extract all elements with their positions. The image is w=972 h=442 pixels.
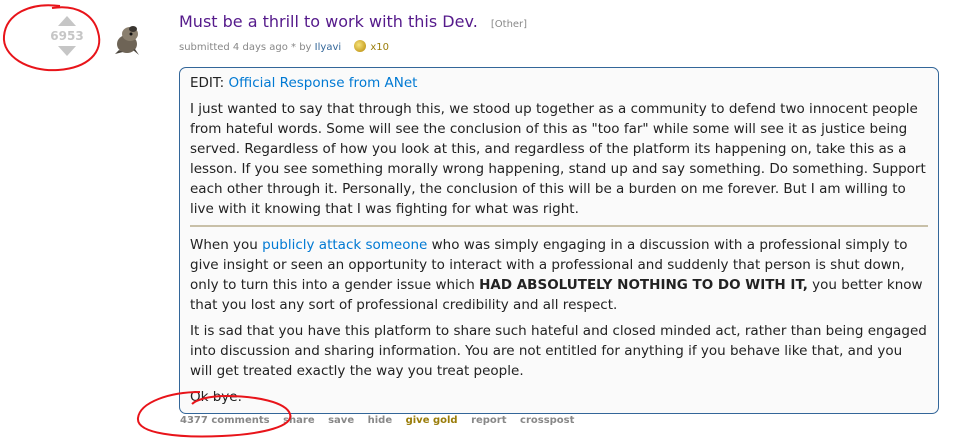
vote-column: 6953 — [44, 16, 90, 56]
paragraph-2: When you publicly attack someone who was… — [190, 235, 928, 315]
post-buttons: 4377 comments share save hide give gold … — [180, 415, 584, 426]
downvote-arrow-icon[interactable] — [58, 46, 76, 56]
official-response-link[interactable]: Official Response from ANet — [229, 75, 418, 91]
link-flair: [Other] — [490, 19, 528, 30]
hide-button[interactable]: hide — [368, 415, 393, 426]
gold-coin-icon — [354, 40, 367, 52]
paragraph-4: Ok bye. — [190, 389, 242, 405]
post-title-link[interactable]: Must be a thrill to work with this Dev. — [179, 12, 478, 31]
publicly-attack-link[interactable]: publicly attack someone — [262, 237, 427, 253]
tagline-prefix: submitted 4 days ago * by — [179, 42, 312, 53]
edit-prefix: EDIT: — [190, 75, 229, 91]
p2-text-a: When you — [190, 237, 263, 253]
selftext-body: EDIT: Official Response from ANet I just… — [179, 67, 939, 414]
paragraph-3: It is sad that you have this platform to… — [190, 323, 927, 379]
share-button[interactable]: share — [283, 415, 315, 426]
comments-button[interactable]: 4377 comments — [180, 415, 270, 426]
crosspost-button[interactable]: crosspost — [520, 415, 574, 426]
author-link[interactable]: Ilyavi — [315, 42, 341, 53]
tagline: submitted 4 days ago * by Ilyavi x10 — [179, 40, 389, 53]
edit-line: EDIT: Official Response from ANet — [190, 73, 928, 93]
score: 6953 — [50, 29, 84, 43]
title-row: Must be a thrill to work with this Dev. … — [179, 12, 527, 31]
p2-bold: HAD ABSOLUTELY NOTHING TO DO WITH IT, — [479, 277, 808, 293]
report-button[interactable]: report — [471, 415, 506, 426]
gold-count: x10 — [370, 42, 389, 53]
save-button[interactable]: save — [328, 415, 354, 426]
divider — [190, 225, 928, 227]
avatar-icon — [115, 26, 139, 55]
upvote-arrow-icon[interactable] — [58, 16, 76, 26]
give-gold-button[interactable]: give gold — [406, 415, 458, 426]
paragraph-1: I just wanted to say that through this, … — [190, 101, 926, 217]
